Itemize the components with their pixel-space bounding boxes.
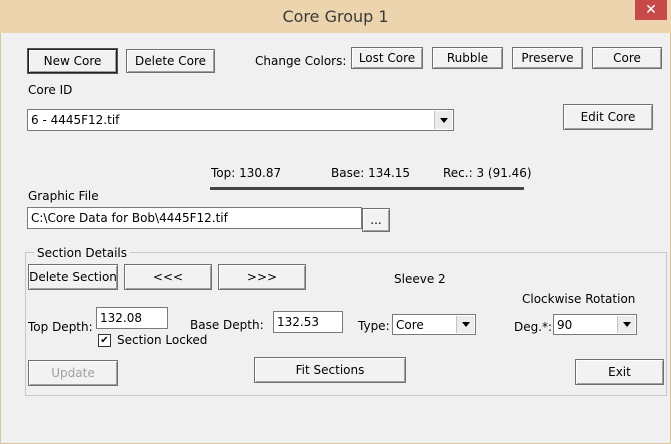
degrees-select[interactable]: 90 (553, 314, 637, 335)
checkmark-icon: ✔ (100, 335, 109, 346)
rubble-color-button[interactable]: Rubble (432, 47, 503, 69)
browse-button[interactable]: ... (362, 208, 390, 232)
base-depth-label: Base Depth: (190, 318, 264, 332)
edit-core-button[interactable]: Edit Core (563, 104, 653, 130)
core-id-label: Core ID (28, 83, 73, 97)
clockwise-rotation-label: Clockwise Rotation (522, 292, 636, 306)
delete-section-button[interactable]: Delete Section (28, 264, 118, 290)
section-locked-checkbox[interactable]: ✔ (98, 334, 111, 347)
window-title: Core Group 1 (282, 7, 389, 26)
delete-core-button[interactable]: Delete Core (126, 49, 215, 73)
sleeve-label: Sleeve 2 (394, 272, 446, 286)
type-label: Type: (358, 319, 390, 333)
close-button[interactable]: ✕ (635, 0, 667, 20)
update-button[interactable]: Update (28, 360, 118, 386)
change-colors-label: Change Colors: (255, 54, 347, 68)
fit-sections-button[interactable]: Fit Sections (254, 357, 406, 383)
new-core-button[interactable]: New Core (28, 49, 117, 73)
graphic-file-input[interactable]: C:\Core Data for Bob\4445F12.tif (27, 207, 362, 229)
exit-button[interactable]: Exit (575, 359, 664, 385)
summary-rec: Rec.: 3 (91.46) (443, 166, 532, 180)
section-details-label: Section Details (34, 246, 130, 260)
core-id-select[interactable]: 6 - 4445F12.tif (27, 109, 454, 131)
base-depth-input[interactable]: 132.53 (273, 311, 343, 333)
preserve-color-button[interactable]: Preserve (512, 47, 583, 69)
type-select[interactable]: Core (392, 314, 476, 335)
chevron-down-icon[interactable] (456, 316, 474, 333)
graphic-file-label: Graphic File (28, 189, 99, 203)
previous-section-button[interactable]: <<< (124, 264, 212, 290)
type-value: Core (396, 318, 424, 332)
lost-core-color-button[interactable]: Lost Core (351, 47, 423, 69)
summary-top: Top: 130.87 (211, 166, 282, 180)
summary-base: Base: 134.15 (331, 166, 411, 180)
degrees-value: 90 (557, 318, 573, 332)
chevron-down-icon[interactable] (434, 111, 452, 129)
summary-divider (210, 187, 524, 190)
degrees-label: Deg.*: (514, 320, 553, 334)
top-depth-label: Top Depth: (28, 320, 93, 334)
core-color-button[interactable]: Core (592, 47, 662, 69)
core-id-value: 6 - 4445F12.tif (31, 113, 120, 127)
next-section-button[interactable]: >>> (218, 264, 306, 290)
close-icon: ✕ (645, 2, 657, 18)
top-depth-input[interactable]: 132.08 (96, 307, 168, 329)
section-locked-label: Section Locked (117, 333, 208, 347)
chevron-down-icon[interactable] (617, 316, 635, 333)
